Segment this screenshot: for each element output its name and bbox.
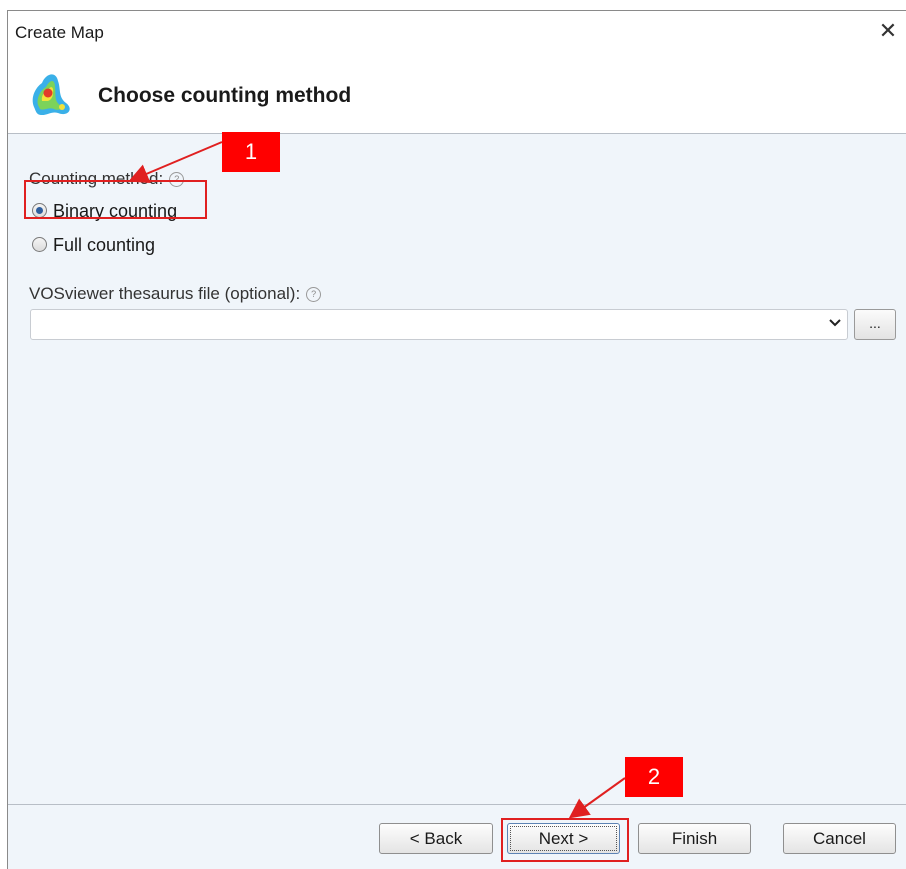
back-button[interactable]: < Back (379, 823, 493, 854)
page-title: Choose counting method (98, 84, 352, 107)
title-bar: Create Map ✕ (8, 11, 906, 53)
radio-full-counting[interactable]: Full counting (32, 235, 155, 256)
close-icon[interactable]: ✕ (875, 18, 901, 44)
create-map-dialog: Create Map ✕ Choose counting method Coun… (7, 10, 906, 869)
content-panel: Counting method:? Binary counting Full c… (8, 134, 906, 804)
radio-binary-counting[interactable]: Binary counting (32, 201, 177, 222)
radio-binary-label: Binary counting (53, 201, 178, 221)
next-button[interactable]: Next > (507, 823, 620, 854)
counting-method-label-row: Counting method:? (29, 169, 185, 189)
thesaurus-label-row: VOSviewer thesaurus file (optional):? (29, 284, 322, 304)
annotation-badge-1: 1 (222, 132, 280, 172)
radio-full-label: Full counting (53, 235, 156, 255)
chevron-down-icon[interactable] (827, 315, 843, 331)
thesaurus-label: VOSviewer thesaurus file (optional): (29, 284, 301, 303)
window-title: Create Map (15, 23, 104, 42)
finish-button[interactable]: Finish (638, 823, 751, 854)
help-icon[interactable]: ? (169, 172, 185, 187)
thesaurus-file-combo[interactable] (30, 309, 848, 340)
wizard-footer: < Back Next > Finish Cancel (8, 804, 906, 869)
cancel-button[interactable]: Cancel (783, 823, 896, 854)
annotation-badge-2: 2 (625, 757, 683, 797)
vosviewer-density-icon (32, 74, 70, 115)
radio-selected-icon[interactable] (32, 203, 47, 218)
radio-unselected-icon[interactable] (32, 237, 47, 252)
wizard-header: Choose counting method (8, 53, 906, 134)
counting-method-label: Counting method: (29, 169, 164, 188)
browse-button[interactable]: ... (854, 309, 896, 340)
help-icon[interactable]: ? (306, 287, 322, 302)
